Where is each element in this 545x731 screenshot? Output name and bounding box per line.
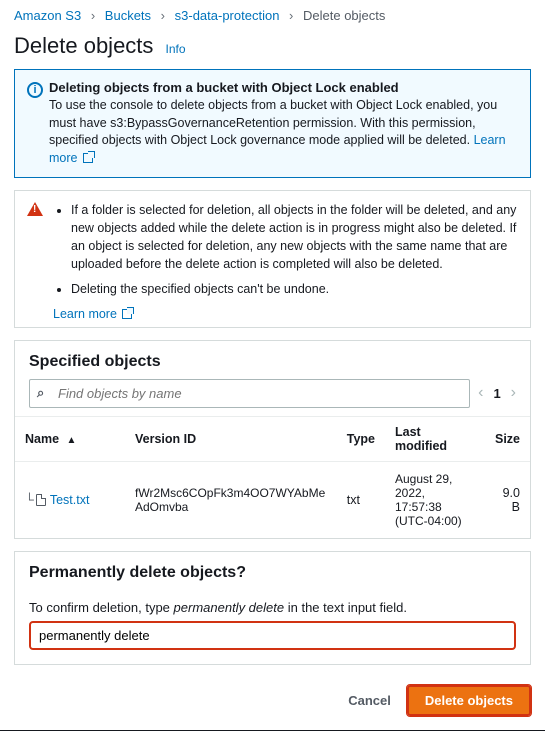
chevron-right-icon: › [289, 8, 293, 23]
confirm-prompt-pre: To confirm deletion, type [29, 600, 174, 615]
breadcrumb-buckets[interactable]: Buckets [105, 8, 151, 23]
learn-more-link[interactable]: Learn more [53, 307, 132, 321]
info-link[interactable]: Info [166, 42, 186, 56]
breadcrumb-root[interactable]: Amazon S3 [14, 8, 81, 23]
search-icon: ⌕ [37, 385, 44, 401]
permanently-delete-panel: Permanently delete objects? To confirm d… [14, 551, 531, 665]
breadcrumb-current: Delete objects [303, 8, 385, 23]
external-link-icon [83, 153, 93, 163]
table-row: └ Test.txt fWr2Msc6COpFk3m4OO7WYAbMeAdOmv… [15, 461, 530, 538]
pagination: ‹ 1 › [478, 384, 516, 402]
chevron-right-icon: › [91, 8, 95, 23]
permanently-delete-heading: Permanently delete objects? [15, 552, 530, 590]
objects-table: Name ▲ Version ID Type Last modified Siz… [15, 416, 530, 538]
object-name-link[interactable]: Test.txt [50, 493, 90, 507]
page-title: Delete objects Info [14, 33, 531, 59]
warning-item: Deleting the specified objects can't be … [71, 280, 518, 298]
warning-item: If a folder is selected for deletion, al… [71, 201, 518, 274]
info-icon: i [27, 82, 43, 98]
next-page-button[interactable]: › [511, 384, 516, 402]
sort-asc-icon: ▲ [67, 435, 77, 446]
page-title-text: Delete objects [14, 33, 153, 58]
hierarchy-icon: └ [25, 493, 34, 507]
breadcrumb-bucket-name[interactable]: s3-data-protection [175, 8, 280, 23]
delete-objects-button[interactable]: Delete objects [407, 685, 531, 716]
object-lock-info-alert: i Deleting objects from a bucket with Ob… [14, 69, 531, 178]
cell-modified: August 29, 2022, 17:57:38 (UTC-04:00) [385, 461, 485, 538]
alert-body: To use the console to delete objects fro… [49, 98, 497, 147]
col-modified[interactable]: Last modified [385, 416, 485, 461]
learn-more-label: Learn more [53, 307, 117, 321]
col-size[interactable]: Size [485, 416, 530, 461]
external-link-icon [122, 309, 132, 319]
specified-objects-heading: Specified objects [15, 341, 530, 379]
chevron-right-icon: › [161, 8, 165, 23]
search-input[interactable] [29, 379, 470, 408]
cell-type: txt [337, 461, 385, 538]
alert-heading: Deleting objects from a bucket with Obje… [49, 80, 399, 95]
confirm-prompt-post: in the text input field. [284, 600, 407, 615]
page-number: 1 [493, 386, 500, 401]
deletion-warning-panel: If a folder is selected for deletion, al… [14, 190, 531, 328]
cell-size: 9.0 B [485, 461, 530, 538]
col-name[interactable]: Name [25, 432, 59, 446]
breadcrumb: Amazon S3 › Buckets › s3-data-protection… [0, 0, 545, 27]
footer-actions: Cancel Delete objects [0, 677, 545, 730]
col-type[interactable]: Type [337, 416, 385, 461]
specified-objects-panel: Specified objects ⌕ ‹ 1 › Name ▲ Version… [14, 340, 531, 539]
confirm-phrase: permanently delete [174, 600, 285, 615]
cell-version: fWr2Msc6COpFk3m4OO7WYAbMeAdOmvba [125, 461, 337, 538]
confirm-delete-input[interactable] [29, 621, 516, 650]
confirm-prompt: To confirm deletion, type permanently de… [15, 590, 530, 621]
col-version[interactable]: Version ID [125, 416, 337, 461]
file-icon [36, 494, 46, 506]
prev-page-button[interactable]: ‹ [478, 384, 483, 402]
warning-icon [27, 202, 43, 216]
cancel-button[interactable]: Cancel [344, 687, 395, 714]
